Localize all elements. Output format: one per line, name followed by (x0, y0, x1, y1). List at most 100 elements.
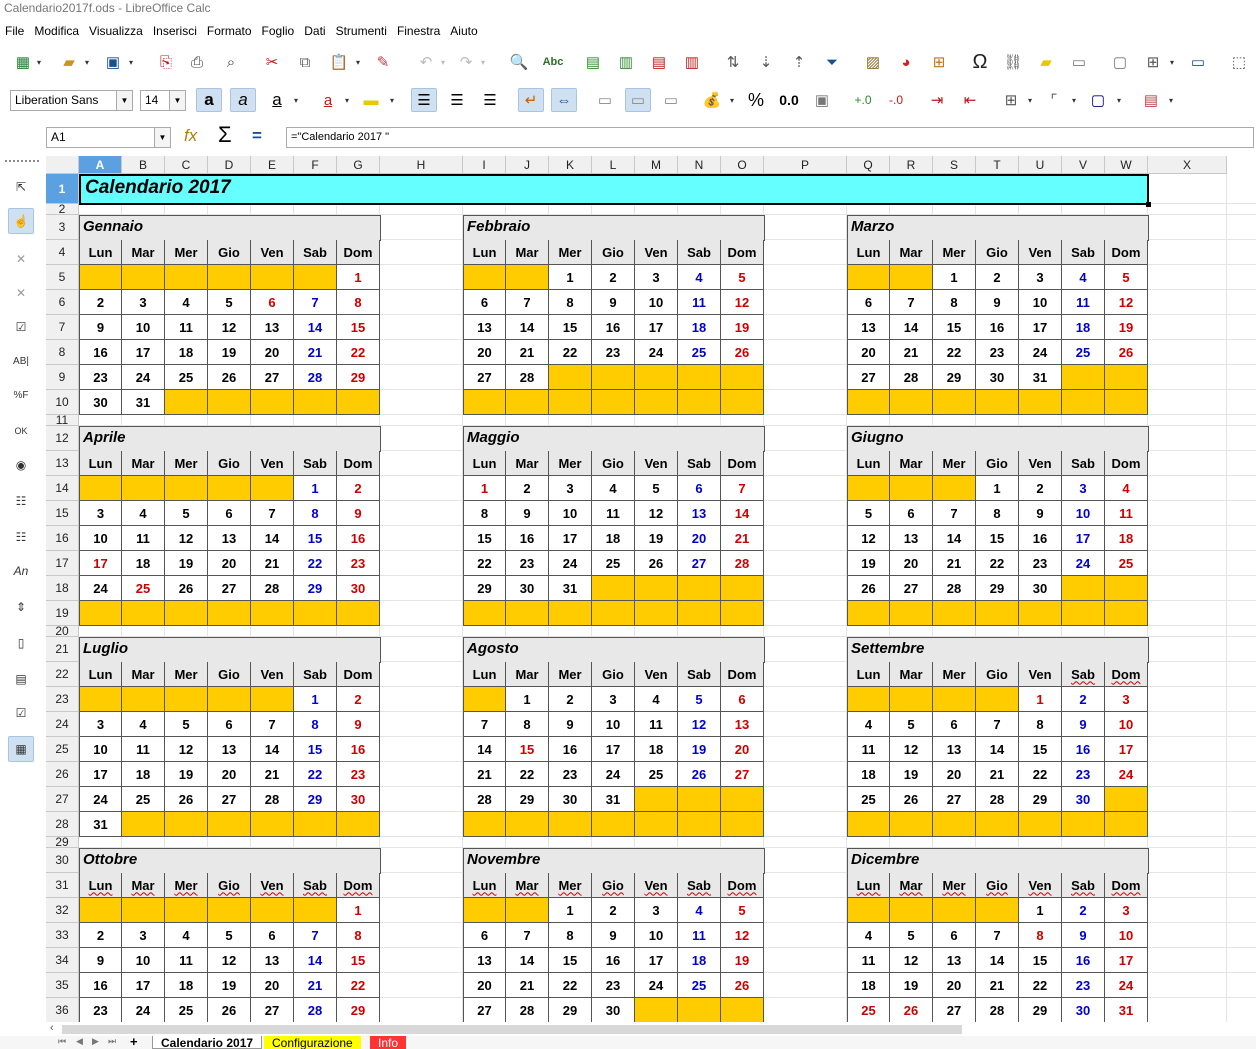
column-header-u[interactable]: U (1019, 156, 1062, 174)
day-cell[interactable]: 9 (337, 501, 380, 526)
empty-day-cell[interactable] (678, 787, 721, 812)
formula-equals-icon[interactable]: = (252, 126, 262, 146)
font-size-box[interactable]: 14 ▼ (140, 90, 186, 111)
row-header-17[interactable]: 17 (46, 551, 79, 576)
empty-day-cell[interactable] (165, 898, 208, 923)
day-cell[interactable]: 24 (635, 973, 678, 998)
day-cell[interactable]: 9 (1062, 712, 1105, 737)
day-cell[interactable]: 4 (1105, 476, 1148, 501)
empty-day-cell[interactable] (721, 365, 764, 390)
day-cell[interactable]: 18 (678, 948, 721, 973)
empty-day-cell[interactable] (635, 576, 678, 601)
empty-day-cell[interactable] (592, 576, 635, 601)
day-cell[interactable]: 7 (976, 712, 1019, 737)
day-cell[interactable]: 24 (1062, 551, 1105, 576)
form-properties-icon[interactable]: ▤ (8, 666, 34, 692)
empty-day-cell[interactable] (847, 390, 890, 415)
print-icon[interactable]: ⎙ (184, 50, 210, 74)
day-cell[interactable]: 23 (976, 340, 1019, 365)
day-cell[interactable]: 21 (976, 762, 1019, 787)
day-cell[interactable]: 8 (294, 712, 337, 737)
day-cell[interactable]: 15 (933, 315, 976, 340)
day-cell[interactable]: 2 (1062, 898, 1105, 923)
day-cell[interactable]: 7 (976, 923, 1019, 948)
day-cell[interactable]: 5 (165, 712, 208, 737)
empty-day-cell[interactable] (208, 265, 251, 290)
row-header-31[interactable]: 31 (46, 873, 79, 898)
delete-column-icon[interactable]: ▥ (679, 50, 705, 74)
checkbox-icon[interactable]: ☑ (8, 314, 34, 340)
day-cell[interactable]: 15 (506, 737, 549, 762)
add-decimal-icon[interactable]: +.0 (850, 88, 876, 112)
empty-day-cell[interactable] (933, 687, 976, 712)
column-header-c[interactable]: C (165, 156, 208, 174)
empty-day-cell[interactable] (122, 476, 165, 501)
merge-center-icon[interactable]: ⇔ (551, 88, 577, 112)
day-cell[interactable]: 7 (251, 712, 294, 737)
empty-day-cell[interactable] (251, 601, 294, 626)
combo-box-icon[interactable]: ☷ (8, 524, 34, 550)
empty-day-cell[interactable] (847, 476, 890, 501)
more-controls-icon[interactable]: ☑ (8, 700, 34, 726)
empty-day-cell[interactable] (165, 390, 208, 415)
day-cell[interactable]: 3 (122, 923, 165, 948)
day-cell[interactable]: 16 (79, 973, 122, 998)
day-cell[interactable]: 14 (251, 526, 294, 551)
empty-day-cell[interactable] (847, 898, 890, 923)
day-cell[interactable]: 4 (592, 476, 635, 501)
day-cell[interactable]: 28 (294, 998, 337, 1022)
day-cell[interactable]: 6 (678, 476, 721, 501)
row-header-2[interactable]: 2 (46, 202, 79, 216)
align-top-icon[interactable]: ▭ (592, 88, 618, 112)
day-cell[interactable]: 2 (337, 476, 380, 501)
day-cell[interactable]: 20 (933, 762, 976, 787)
day-cell[interactable]: 8 (463, 501, 506, 526)
row-header-12[interactable]: 12 (46, 426, 79, 451)
day-cell[interactable]: 26 (165, 576, 208, 601)
day-cell[interactable]: 26 (635, 551, 678, 576)
row-header-29[interactable]: 29 (46, 835, 79, 849)
empty-day-cell[interactable] (549, 390, 592, 415)
day-cell[interactable]: 2 (79, 290, 122, 315)
paste-icon[interactable]: 📋 (326, 50, 352, 74)
day-cell[interactable]: 15 (549, 315, 592, 340)
day-cell[interactable]: 14 (294, 948, 337, 973)
day-cell[interactable]: 6 (251, 290, 294, 315)
day-cell[interactable]: 7 (294, 923, 337, 948)
empty-day-cell[interactable] (635, 601, 678, 626)
empty-day-cell[interactable] (122, 812, 165, 837)
day-cell[interactable]: 19 (165, 551, 208, 576)
day-cell[interactable]: 12 (721, 923, 764, 948)
empty-day-cell[interactable] (678, 576, 721, 601)
empty-day-cell[interactable] (890, 265, 933, 290)
select-pointer-icon[interactable]: ⇱ (8, 174, 34, 200)
day-cell[interactable]: 10 (1019, 290, 1062, 315)
empty-day-cell[interactable] (890, 476, 933, 501)
row-header-19[interactable]: 19 (46, 601, 79, 626)
row-header-32[interactable]: 32 (46, 898, 79, 923)
day-cell[interactable]: 3 (635, 898, 678, 923)
empty-day-cell[interactable] (592, 390, 635, 415)
day-cell[interactable]: 9 (506, 501, 549, 526)
menu-formato[interactable]: Formato (202, 24, 257, 38)
column-header-b[interactable]: B (122, 156, 165, 174)
day-cell[interactable]: 11 (1105, 501, 1148, 526)
empty-day-cell[interactable] (122, 265, 165, 290)
empty-day-cell[interactable] (635, 365, 678, 390)
day-cell[interactable]: 26 (721, 973, 764, 998)
day-cell[interactable]: 26 (721, 340, 764, 365)
row-header-11[interactable]: 11 (46, 413, 79, 427)
empty-day-cell[interactable] (208, 687, 251, 712)
empty-day-cell[interactable] (506, 812, 549, 837)
align-bottom-icon[interactable]: ▭ (658, 88, 684, 112)
empty-day-cell[interactable] (208, 476, 251, 501)
row-header-18[interactable]: 18 (46, 576, 79, 601)
option-button-icon[interactable]: ◉ (8, 452, 34, 478)
day-cell[interactable]: 31 (79, 812, 122, 837)
day-cell[interactable]: 15 (549, 948, 592, 973)
day-cell[interactable]: 12 (721, 290, 764, 315)
empty-day-cell[interactable] (165, 812, 208, 837)
comment-icon[interactable]: ▰ (1033, 50, 1059, 74)
day-cell[interactable]: 31 (122, 390, 165, 415)
row-header-1[interactable]: 1 (46, 174, 79, 204)
